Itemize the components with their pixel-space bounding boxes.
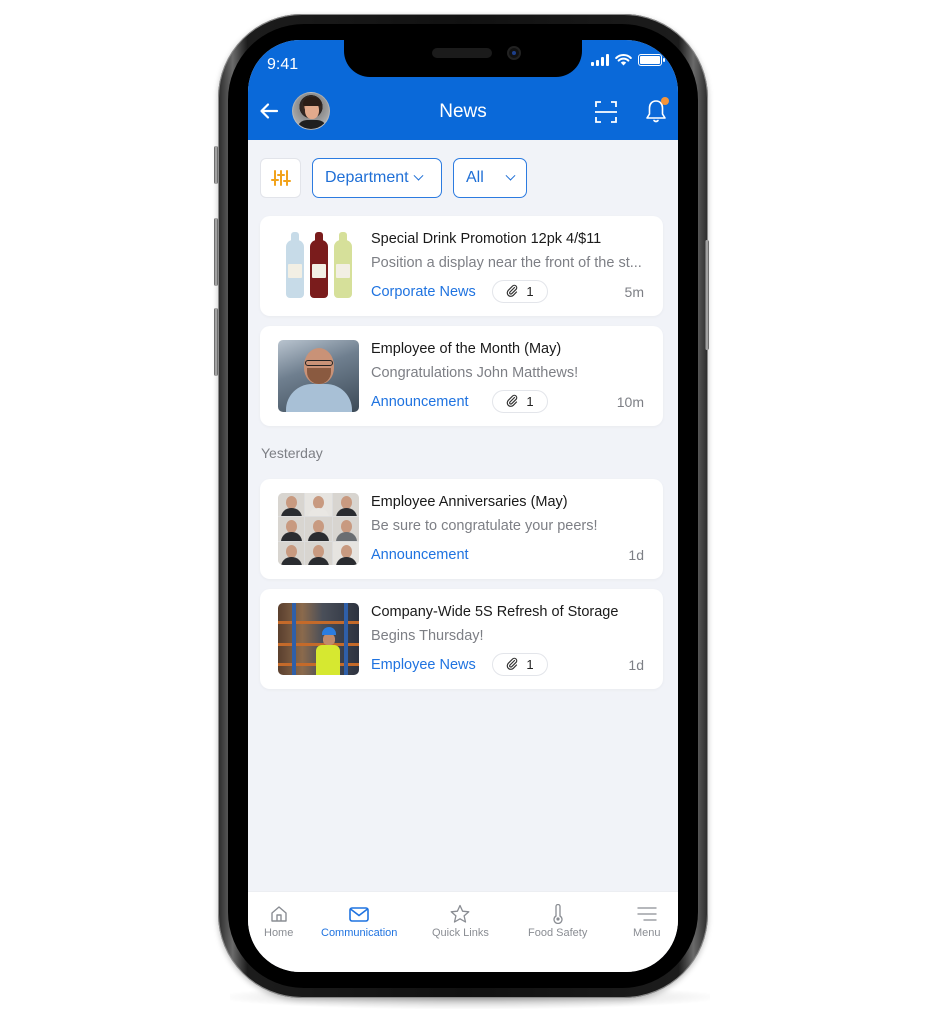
bottom-navigation: Home Communication Quick Links Food Safe… [248,891,678,972]
status-icons [591,54,665,66]
attachment-badge[interactable]: 1 [492,280,548,303]
news-time: 10m [616,394,644,410]
attachment-count: 1 [526,394,534,409]
news-subtitle: Be sure to congratulate your peers! [371,518,598,534]
battery-icon [638,54,665,66]
device-notch [344,40,582,77]
attachment-count: 1 [526,284,534,299]
cellular-signal-icon [591,54,609,66]
status-time: 9:41 [267,56,299,73]
nav-food-safety[interactable]: Food Safety [528,904,587,939]
nav-label: Home [264,927,294,939]
nav-home[interactable]: Home [264,904,293,939]
nav-communication[interactable]: Communication [321,904,397,939]
news-time: 5m [624,284,644,300]
news-category-link[interactable]: Corporate News [371,284,476,300]
volume-up-button [214,218,218,286]
all-dropdown[interactable]: All [453,158,527,198]
attachment-count: 1 [526,657,534,672]
employee-portrait-image [278,340,359,412]
chevron-down-icon [413,170,424,181]
department-dropdown[interactable]: Department [312,158,442,198]
attachment-badge[interactable]: 1 [492,390,548,413]
sliders-icon [270,170,291,186]
filter-settings-button[interactable] [260,158,301,198]
notification-badge [661,97,669,105]
mute-switch [214,146,218,184]
filter-bar: Department All [260,158,527,198]
drink-bottles-image [278,230,359,302]
department-label: Department [325,169,409,186]
all-label: All [466,169,484,186]
news-subtitle: Congratulations John Matthews! [371,365,579,381]
news-subtitle: Begins Thursday! [371,628,484,644]
mail-icon [349,907,370,922]
section-header-yesterday: Yesterday [261,445,323,461]
news-card[interactable]: Company-Wide 5S Refresh of Storage Begin… [260,589,663,689]
volume-down-button [214,308,218,376]
news-card[interactable]: Special Drink Promotion 12pk 4/$11 Posit… [260,216,663,316]
power-button [705,240,709,350]
news-card[interactable]: Employee of the Month (May) Congratulati… [260,326,663,426]
nav-menu[interactable]: Menu [633,904,661,939]
paperclip-icon [506,284,518,300]
news-time: 1d [628,547,644,563]
news-title: Company-Wide 5S Refresh of Storage [371,604,619,620]
nav-quick-links[interactable]: Quick Links [432,904,489,939]
paperclip-icon [506,657,518,673]
home-icon [270,906,287,922]
thermometer-icon [553,904,563,924]
app-screen: 9:41 News Department All Special Drink P… [248,40,678,972]
nav-label: Menu [633,927,661,939]
device-camera [507,46,521,60]
news-category-link[interactable]: Announcement [371,547,469,563]
paperclip-icon [506,394,518,410]
news-subtitle: Position a display near the front of the… [371,255,642,271]
chevron-down-icon [505,170,516,181]
nav-label: Quick Links [432,927,489,939]
news-title: Special Drink Promotion 12pk 4/$11 [371,231,602,247]
news-category-link[interactable]: Announcement [371,394,469,410]
attachment-badge[interactable]: 1 [492,653,548,676]
news-category-link[interactable]: Employee News [371,657,476,673]
news-time: 1d [628,657,644,673]
warehouse-worker-image [278,603,359,675]
nav-label: Food Safety [528,927,588,939]
menu-icon [637,907,657,921]
news-title: Employee Anniversaries (May) [371,494,568,510]
employee-collage-image [278,493,359,565]
wifi-icon [615,54,632,66]
news-card[interactable]: Employee Anniversaries (May) Be sure to … [260,479,663,579]
scan-icon[interactable] [594,100,618,124]
news-title: Employee of the Month (May) [371,341,562,357]
device-speaker [432,48,492,58]
nav-label: Communication [321,927,398,939]
star-icon [450,904,470,923]
